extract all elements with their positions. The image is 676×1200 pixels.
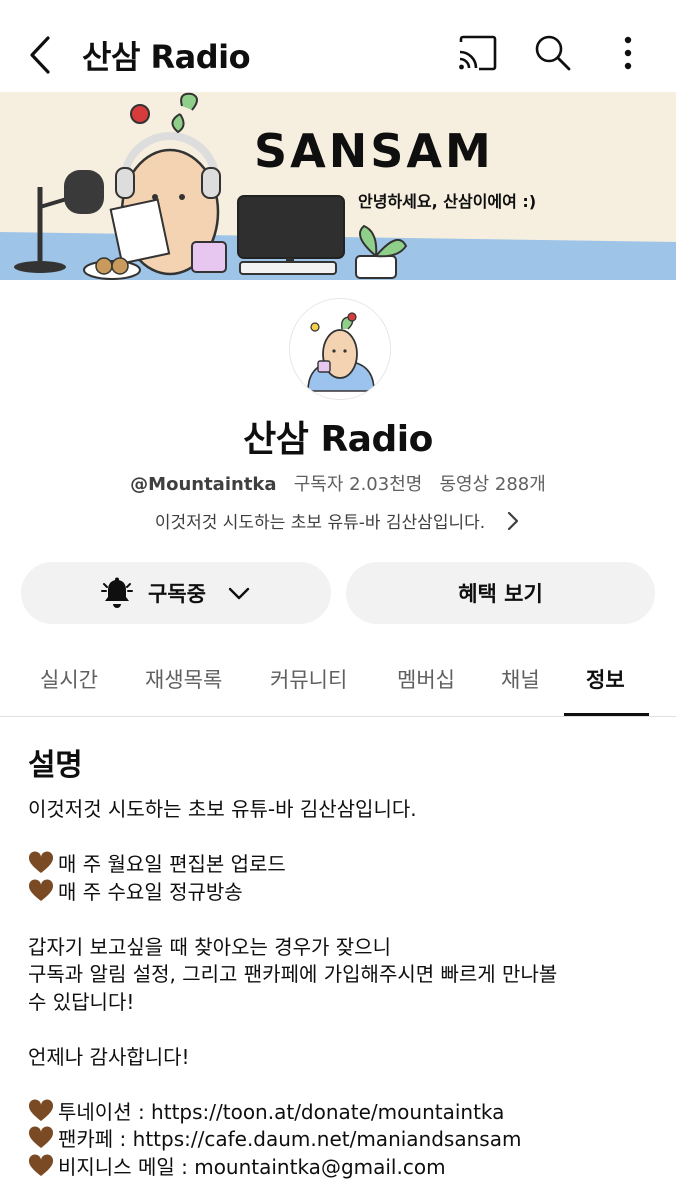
page-title: 산삼 Radio bbox=[82, 38, 251, 76]
description-preview-text: 이것저것 시도하는 초보 유튜-바 김산삼입니다. bbox=[154, 513, 486, 533]
link-item: 팬카페 : https://cafe.daum.net/maniandsansa… bbox=[28, 1126, 658, 1154]
about-heading: 설명 bbox=[28, 748, 83, 783]
donation-link[interactable]: 투네이션 : https://toon.at/donate/mountaintk… bbox=[58, 1100, 504, 1124]
about-intro: 이것저것 시도하는 초보 유튜-바 김산삼입니다. bbox=[28, 797, 417, 821]
tab-membership[interactable]: 멤버십 bbox=[397, 664, 455, 694]
link-item: 비지니스 메일 : mountaintka@gmail.com bbox=[28, 1153, 658, 1182]
brown-heart-icon bbox=[28, 1153, 54, 1176]
tab-community[interactable]: 커뮤니티 bbox=[270, 664, 347, 694]
link-item: 투네이션 : https://toon.at/donate/mountaintk… bbox=[28, 1098, 658, 1127]
schedule-item: 매 주 월요일 편집본 업로드 bbox=[28, 851, 658, 879]
fan-cafe-link[interactable]: 팬카페 : https://cafe.daum.net/maniandsansa… bbox=[58, 1127, 521, 1151]
tab-live[interactable]: 실시간 bbox=[40, 664, 98, 694]
avatar-illustration bbox=[290, 299, 390, 399]
about-body: 이것저것 시도하는 초보 유튜-바 김산삼입니다. 매 주 월요일 편집본 업로… bbox=[28, 796, 658, 1181]
channel-handle: @Mountaintka bbox=[130, 474, 277, 495]
tab-playlists[interactable]: 재생목록 bbox=[145, 664, 222, 694]
business-email-link[interactable]: 비지니스 메일 : mountaintka@gmail.com bbox=[58, 1155, 446, 1179]
channel-name: 산삼 Radio bbox=[243, 419, 433, 460]
more-vert-icon[interactable] bbox=[605, 30, 651, 76]
schedule-wednesday: 매 주 수요일 정규방송 bbox=[58, 879, 243, 904]
banner-greeting: 안녕하세요, 산삼이에여 :) bbox=[358, 192, 537, 211]
tab-channels[interactable]: 채널 bbox=[501, 664, 540, 694]
about-section: 설명 이것저것 시도하는 초보 유튜-바 김산삼입니다. 매 주 월요일 편집본… bbox=[28, 740, 658, 1181]
brown-heart-icon bbox=[28, 1126, 54, 1148]
about-thanks: 언제나 감사합니다! bbox=[28, 1044, 190, 1069]
subscribed-label: 구독중 bbox=[148, 582, 206, 606]
back-icon[interactable] bbox=[22, 30, 62, 80]
chevron-right-icon bbox=[508, 511, 519, 531]
about-paragraph-line: 구독과 알림 설정, 그리고 팬카페에 가입해주시면 빠르게 만나볼 bbox=[28, 962, 558, 986]
channel-tabs: 실시간 재생목록 커뮤니티 멤버십 채널 정보 bbox=[0, 648, 676, 717]
channel-banner: SANSAM 안녕하세요, 산삼이에여 :) bbox=[0, 92, 676, 280]
brown-heart-icon bbox=[28, 1098, 54, 1121]
cast-icon[interactable] bbox=[455, 30, 501, 76]
tab-about[interactable]: 정보 bbox=[586, 664, 625, 694]
banner-brand-text: SANSAM bbox=[254, 124, 494, 178]
schedule-item: 매 주 수요일 정규방송 bbox=[28, 878, 658, 907]
chevron-down-icon bbox=[228, 587, 250, 600]
banner-illustration bbox=[0, 92, 676, 280]
about-paragraph-line: 갑자기 보고싶을 때 찾아오는 경우가 잦으니 bbox=[28, 934, 391, 959]
about-paragraph-line: 수 있답니다! bbox=[28, 989, 135, 1014]
view-benefits-button[interactable]: 혜택 보기 bbox=[346, 562, 655, 624]
active-tab-indicator bbox=[564, 713, 649, 716]
channel-avatar[interactable] bbox=[289, 298, 391, 400]
brown-heart-icon bbox=[28, 878, 54, 901]
top-app-bar: 산삼 Radio bbox=[0, 0, 676, 92]
channel-description-preview[interactable]: 이것저것 시도하는 초보 유튜-바 김산삼입니다. bbox=[0, 508, 676, 533]
video-count: 동영상 288개 bbox=[439, 474, 546, 495]
brown-heart-icon bbox=[28, 851, 54, 873]
channel-meta: @Mountaintka 구독자 2.03천명 동영상 288개 bbox=[0, 470, 676, 496]
subscriber-count: 구독자 2.03천명 bbox=[293, 474, 423, 495]
schedule-monday: 매 주 월요일 편집본 업로드 bbox=[58, 852, 286, 876]
subscribed-button[interactable]: 구독중 bbox=[21, 562, 331, 624]
search-icon[interactable] bbox=[530, 30, 576, 76]
view-benefits-label: 혜택 보기 bbox=[458, 582, 543, 606]
notification-bell-icon bbox=[101, 577, 134, 608]
